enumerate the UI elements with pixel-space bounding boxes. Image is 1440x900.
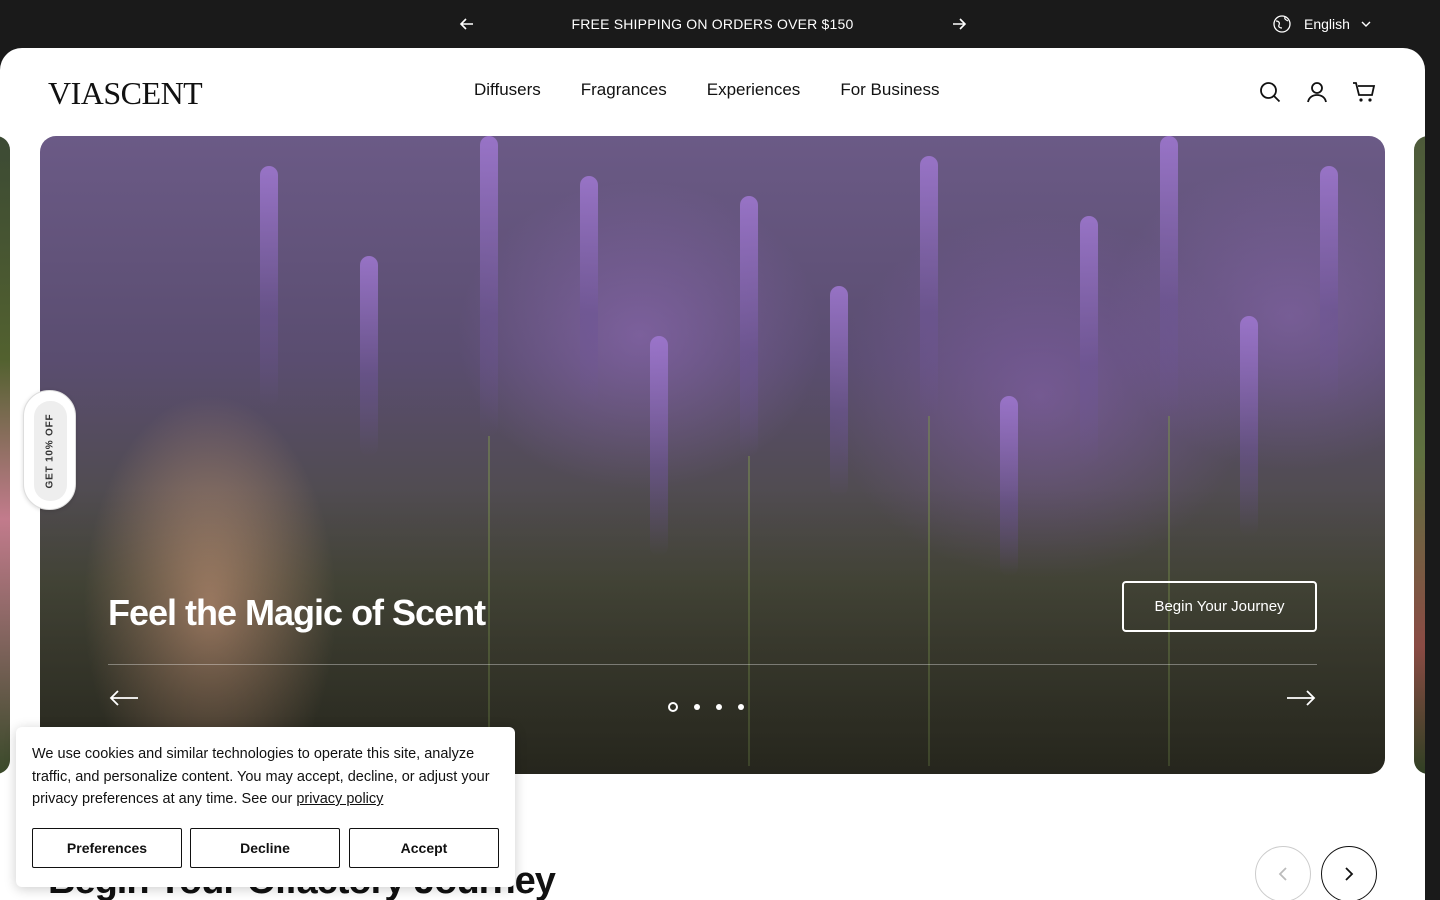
cart-icon <box>1353 82 1376 102</box>
hero-title: Feel the Magic of Scent <box>108 592 486 633</box>
hero-slide: Feel the Magic of Scent Begin Your Journ… <box>40 136 1385 774</box>
cookie-text-block: We use cookies and similar technologies … <box>32 743 492 811</box>
search-icon <box>1260 82 1281 103</box>
preferences-button[interactable]: Preferences <box>32 828 182 868</box>
slide-dot[interactable] <box>716 704 722 710</box>
privacy-policy-link[interactable]: privacy policy <box>296 791 383 807</box>
chevron-left-icon <box>1278 867 1287 881</box>
next-slide-peek <box>1414 136 1425 774</box>
cart-button[interactable] <box>1352 80 1376 104</box>
discount-tab[interactable]: GET 10% OFF <box>23 390 76 510</box>
search-button[interactable] <box>1258 80 1282 104</box>
arrow-left-icon <box>109 690 138 706</box>
account-button[interactable] <box>1305 80 1329 104</box>
main-nav: Diffusers Fragrances Experiences For Bus… <box>474 80 940 100</box>
header-icons <box>1258 80 1376 104</box>
site-logo[interactable]: VIASCENT <box>48 76 203 110</box>
nav-fragrances[interactable]: Fragrances <box>581 80 667 100</box>
announcement-bar: FREE SHIPPING ON ORDERS OVER $150 Englis… <box>0 0 1440 48</box>
previous-slide-peek <box>0 136 10 774</box>
arrow-right-icon <box>953 18 967 30</box>
account-icon <box>1307 82 1327 103</box>
chevron-down-icon <box>1361 21 1371 27</box>
slide-dots <box>668 702 744 712</box>
arrow-right-icon <box>1287 690 1316 706</box>
cookie-message: We use cookies and similar technologies … <box>32 746 490 807</box>
hero-divider <box>108 664 1317 665</box>
discount-label: GET 10% OFF <box>44 413 56 489</box>
nav-experiences[interactable]: Experiences <box>707 80 801 100</box>
chevron-right-icon <box>1345 867 1354 881</box>
accept-button[interactable]: Accept <box>349 828 499 868</box>
cookie-banner: We use cookies and similar technologies … <box>16 727 515 887</box>
slide-dot[interactable] <box>738 704 744 710</box>
decline-button[interactable]: Decline <box>190 828 340 868</box>
begin-journey-button[interactable]: Begin Your Journey <box>1122 581 1317 632</box>
announcement-next-button[interactable] <box>947 12 971 36</box>
site-header: VIASCENT Diffusers Fragrances Experience… <box>0 48 1425 136</box>
language-label: English <box>1304 16 1350 32</box>
section-prev-button[interactable] <box>1255 846 1311 900</box>
nav-for-business[interactable]: For Business <box>840 80 939 100</box>
slide-dot[interactable] <box>668 702 678 712</box>
hero-next-button[interactable] <box>1285 686 1317 710</box>
announcement-message: FREE SHIPPING ON ORDERS OVER $150 <box>571 16 854 32</box>
language-selector[interactable]: English <box>1272 12 1372 36</box>
globe-icon <box>1273 15 1291 33</box>
hero-prev-button[interactable] <box>108 686 140 710</box>
hero-overlay <box>40 136 1385 774</box>
section-next-button[interactable] <box>1321 846 1377 900</box>
nav-diffusers[interactable]: Diffusers <box>474 80 541 100</box>
slide-dot[interactable] <box>694 704 700 710</box>
